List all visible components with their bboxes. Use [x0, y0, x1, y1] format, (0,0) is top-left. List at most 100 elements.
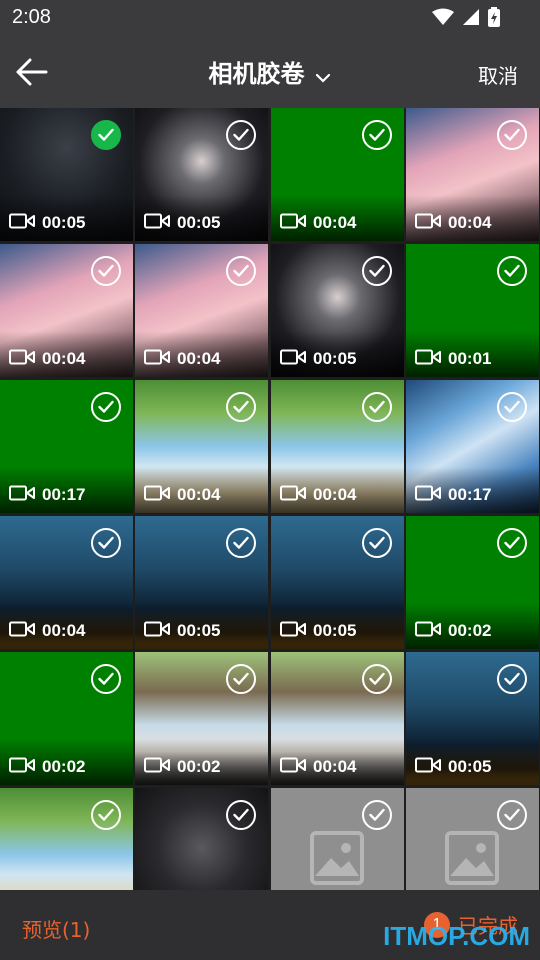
video-camera-icon	[415, 485, 441, 501]
chevron-down-icon[interactable]	[314, 69, 332, 87]
media-grid: 00:05 00:05 00:04 00:04 00:04 00:04 00:05 00:01…	[0, 108, 540, 890]
select-circle-icon[interactable]	[91, 256, 121, 286]
video-duration: 00:02	[42, 757, 86, 776]
video-duration: 00:04	[313, 757, 357, 776]
video-camera-icon	[280, 349, 306, 365]
select-circle-icon[interactable]	[497, 120, 527, 150]
video-duration: 00:04	[42, 349, 86, 368]
selected-check-icon[interactable]	[91, 120, 121, 150]
select-circle-icon[interactable]	[362, 664, 392, 694]
page-title[interactable]: 相机胶卷	[208, 60, 304, 88]
watermark: ITMOP.COM	[383, 921, 530, 951]
app-bar: 相机胶卷 取消	[0, 36, 540, 108]
select-circle-icon[interactable]	[226, 120, 256, 150]
media-tile[interactable]: 00:02	[135, 652, 268, 785]
media-tile[interactable]: 00:02	[406, 516, 539, 649]
video-camera-icon	[9, 757, 35, 773]
status-bar: 2:08	[0, 0, 540, 36]
select-circle-icon[interactable]	[497, 392, 527, 422]
video-camera-icon	[280, 621, 306, 637]
media-tile[interactable]: 00:04	[271, 108, 404, 241]
video-camera-icon	[144, 621, 170, 637]
video-camera-icon	[144, 757, 170, 773]
video-camera-icon	[280, 757, 306, 773]
video-camera-icon	[9, 621, 35, 637]
video-duration: 00:01	[448, 349, 492, 368]
select-circle-icon[interactable]	[362, 120, 392, 150]
video-camera-icon	[9, 213, 35, 229]
media-tile[interactable]: 00:05	[0, 108, 133, 241]
video-duration: 00:02	[448, 621, 492, 640]
image-placeholder-icon	[445, 831, 499, 885]
select-circle-icon[interactable]	[497, 528, 527, 558]
cancel-button[interactable]: 取消	[478, 60, 518, 89]
select-circle-icon[interactable]	[91, 392, 121, 422]
video-camera-icon	[415, 757, 441, 773]
video-duration: 00:04	[177, 349, 221, 368]
bottom-bar: 预览(1) 1 已完成 ITMOP.COM	[0, 890, 540, 960]
battery-icon	[488, 7, 500, 27]
preview-button[interactable]: 预览(1)	[22, 914, 90, 943]
album-selector[interactable]: 相机胶卷	[0, 54, 540, 89]
media-tile[interactable]	[406, 788, 539, 890]
media-tile[interactable]	[271, 788, 404, 890]
media-tile[interactable]: 00:05	[271, 244, 404, 377]
media-tile[interactable]: 00:04	[135, 380, 268, 513]
video-camera-icon	[280, 485, 306, 501]
video-camera-icon	[9, 485, 35, 501]
select-circle-icon[interactable]	[91, 800, 121, 830]
select-circle-icon[interactable]	[362, 256, 392, 286]
video-duration: 00:05	[313, 621, 357, 640]
media-tile[interactable]: 00:05	[406, 652, 539, 785]
select-circle-icon[interactable]	[362, 392, 392, 422]
media-tile[interactable]	[0, 788, 133, 890]
video-duration: 00:04	[177, 485, 221, 504]
media-tile[interactable]: 00:04	[0, 516, 133, 649]
video-duration: 00:05	[42, 213, 86, 232]
video-duration: 00:05	[313, 349, 357, 368]
image-placeholder-icon	[310, 831, 364, 885]
select-circle-icon[interactable]	[362, 800, 392, 830]
video-duration: 00:05	[448, 757, 492, 776]
media-tile[interactable]	[135, 788, 268, 890]
select-circle-icon[interactable]	[226, 800, 256, 830]
media-tile[interactable]: 00:05	[135, 516, 268, 649]
video-duration: 00:17	[448, 485, 492, 504]
video-duration: 00:05	[177, 213, 221, 232]
media-tile[interactable]: 00:04	[271, 652, 404, 785]
media-tile[interactable]: 00:17	[406, 380, 539, 513]
signal-icon	[463, 9, 479, 25]
select-circle-icon[interactable]	[226, 392, 256, 422]
media-tile[interactable]: 00:04	[0, 244, 133, 377]
select-circle-icon[interactable]	[226, 256, 256, 286]
media-tile[interactable]: 00:01	[406, 244, 539, 377]
media-tile[interactable]: 00:04	[406, 108, 539, 241]
video-camera-icon	[144, 349, 170, 365]
video-camera-icon	[144, 485, 170, 501]
video-duration: 00:04	[313, 485, 357, 504]
video-duration: 00:02	[177, 757, 221, 776]
video-duration: 00:04	[42, 621, 86, 640]
select-circle-icon[interactable]	[91, 528, 121, 558]
select-circle-icon[interactable]	[497, 800, 527, 830]
wifi-icon	[432, 8, 454, 25]
video-duration: 00:17	[42, 485, 86, 504]
media-tile[interactable]: 00:05	[135, 108, 268, 241]
select-circle-icon[interactable]	[226, 664, 256, 694]
video-camera-icon	[9, 349, 35, 365]
media-tile[interactable]: 00:04	[271, 380, 404, 513]
video-duration: 00:04	[313, 213, 357, 232]
video-duration: 00:04	[448, 213, 492, 232]
media-tile[interactable]: 00:17	[0, 380, 133, 513]
media-tile[interactable]: 00:02	[0, 652, 133, 785]
video-camera-icon	[415, 621, 441, 637]
media-tile[interactable]: 00:05	[271, 516, 404, 649]
select-circle-icon[interactable]	[91, 664, 121, 694]
select-circle-icon[interactable]	[497, 256, 527, 286]
select-circle-icon[interactable]	[497, 664, 527, 694]
status-time: 2:08	[12, 6, 51, 28]
video-duration: 00:05	[177, 621, 221, 640]
select-circle-icon[interactable]	[362, 528, 392, 558]
select-circle-icon[interactable]	[226, 528, 256, 558]
media-tile[interactable]: 00:04	[135, 244, 268, 377]
